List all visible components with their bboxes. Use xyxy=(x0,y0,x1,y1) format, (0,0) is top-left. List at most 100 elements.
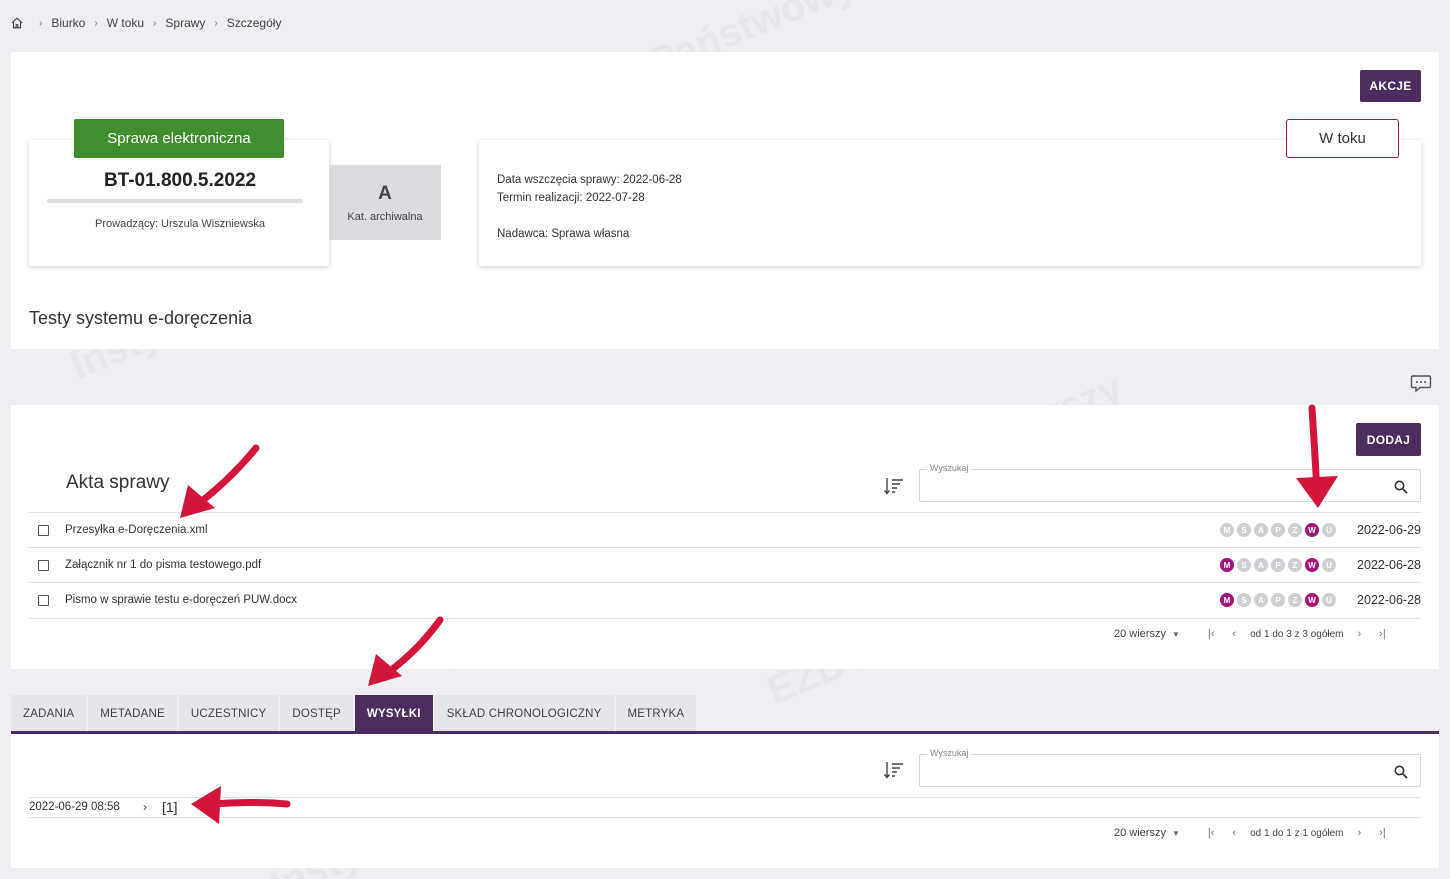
case-type-badge: Sprawa elektroniczna xyxy=(74,119,284,158)
case-sender: Nadawca: Sprawa własna xyxy=(497,228,630,240)
search-icon[interactable] xyxy=(1394,480,1408,494)
status-pill[interactable]: Z xyxy=(1288,558,1302,572)
chevron-right-icon: › xyxy=(153,17,157,29)
files-title: Akta sprawy xyxy=(66,472,170,493)
tab-metadane[interactable]: METADANE xyxy=(88,695,177,732)
comment-icon[interactable] xyxy=(1410,374,1432,394)
status-pills: MSAPZWU xyxy=(1217,523,1336,537)
case-deadline: Termin realizacji: 2022-07-28 xyxy=(497,192,645,204)
status-pill[interactable]: S xyxy=(1237,593,1251,607)
breadcrumb-item-current: Szczegóły xyxy=(226,16,282,30)
dispatch-datetime: 2022-06-29 08:58 xyxy=(29,801,120,813)
status-pill[interactable]: U xyxy=(1322,558,1336,572)
status-pills: MSAPZWU xyxy=(1217,558,1336,572)
first-page-icon[interactable]: |‹ xyxy=(1208,827,1215,839)
case-title: Testy systemu e-doręczenia xyxy=(29,308,253,328)
table-row[interactable]: Pismo w sprawie testu e-doręczeń PUW.doc… xyxy=(29,582,1421,617)
pager-range: od 1 do 3 z 3 ogółem xyxy=(1250,628,1344,640)
caret-down-icon[interactable]: ▼ xyxy=(1172,630,1180,639)
tab-metryka[interactable]: METRYKA xyxy=(615,695,697,732)
breadcrumb-item[interactable]: Biurko xyxy=(51,16,85,30)
case-start-date: Data wszczęcia sprawy: 2022-06-28 xyxy=(497,174,682,186)
first-page-icon[interactable]: |‹ xyxy=(1208,628,1215,640)
sort-icon[interactable] xyxy=(884,477,904,495)
tab-wysyłki[interactable]: WYSYŁKI xyxy=(354,695,433,732)
chevron-right-icon: › xyxy=(39,17,43,29)
status-pill[interactable]: M xyxy=(1220,558,1234,572)
archive-label: Kat. archiwalna xyxy=(347,210,423,223)
file-name[interactable]: Załącznik nr 1 do pisma testowego.pdf xyxy=(65,559,261,571)
chevron-right-icon: › xyxy=(94,17,98,29)
status-pill[interactable]: W xyxy=(1305,523,1319,537)
status-pill[interactable]: U xyxy=(1322,593,1336,607)
files-search-input[interactable]: Wyszukaj xyxy=(919,463,1421,502)
dispatch-search-input[interactable]: Wyszukaj xyxy=(919,748,1421,787)
file-name[interactable]: Przesyłka e-Doręczenia.xml xyxy=(65,524,208,536)
status-pill[interactable]: W xyxy=(1305,558,1319,572)
search-label: Wyszukaj xyxy=(927,748,972,758)
search-label: Wyszukaj xyxy=(927,463,972,473)
archive-category-box: A Kat. archiwalna xyxy=(329,165,441,240)
chevron-right-icon[interactable]: › xyxy=(143,800,147,814)
status-pill[interactable]: S xyxy=(1237,523,1251,537)
status-pill[interactable]: M xyxy=(1220,523,1234,537)
next-page-icon[interactable]: › xyxy=(1358,628,1362,640)
rows-per-page[interactable]: 20 wierszy xyxy=(1114,827,1166,839)
case-number: BT-01.800.5.2022 xyxy=(103,170,257,191)
search-icon[interactable] xyxy=(1394,765,1408,779)
case-lead: Prowadzący: Urszula Wiszniewska xyxy=(95,218,265,230)
status-pill[interactable]: A xyxy=(1254,593,1268,607)
status-button[interactable]: W toku xyxy=(1286,119,1399,158)
row-checkbox[interactable] xyxy=(38,560,49,571)
row-checkbox[interactable] xyxy=(38,525,49,536)
status-pill[interactable]: P xyxy=(1271,593,1285,607)
actions-button[interactable]: AKCJE xyxy=(1360,70,1421,102)
case-number-card xyxy=(29,140,329,266)
dispatch-count: [1] xyxy=(162,799,178,815)
prev-page-icon[interactable]: ‹ xyxy=(1232,628,1236,640)
file-name[interactable]: Pismo w sprawie testu e-doręczeń PUW.doc… xyxy=(65,594,297,606)
status-pill[interactable]: Z xyxy=(1288,523,1302,537)
status-pill[interactable]: S xyxy=(1237,558,1251,572)
file-date: 2022-06-28 xyxy=(1357,593,1421,607)
status-pill[interactable]: U xyxy=(1322,523,1336,537)
tab-dostęp[interactable]: DOSTĘP xyxy=(280,695,353,732)
breadcrumb: › Biurko › W toku › Sprawy › Szczegóły xyxy=(10,14,281,32)
status-pill[interactable]: W xyxy=(1305,593,1319,607)
dispatch-pager: 20 wierszy ▼ |‹ ‹ od 1 do 1 z 1 ogółem ›… xyxy=(1114,827,1400,839)
prev-page-icon[interactable]: ‹ xyxy=(1232,827,1236,839)
next-page-icon[interactable]: › xyxy=(1358,827,1362,839)
file-date: 2022-06-29 xyxy=(1357,523,1421,537)
tab-zadania[interactable]: ZADANIA xyxy=(11,695,87,732)
dispatch-row[interactable]: 2022-06-29 08:58 › [1] xyxy=(29,797,1421,818)
add-button[interactable]: DODAJ xyxy=(1356,423,1421,456)
status-pills: MSAPZWU xyxy=(1217,593,1336,607)
status-pill[interactable]: A xyxy=(1254,523,1268,537)
pager-range: od 1 do 1 z 1 ogółem xyxy=(1250,827,1344,839)
status-pill[interactable]: M xyxy=(1220,593,1234,607)
file-date: 2022-06-28 xyxy=(1357,558,1421,572)
table-row[interactable]: Przesyłka e-Doręczenia.xml M S A P Z W U 2022-06… xyxy=(29,512,1421,547)
last-page-icon[interactable]: ›| xyxy=(1379,827,1386,839)
table-footer-divider xyxy=(29,618,1421,619)
archive-letter: A xyxy=(378,182,392,204)
status-pill[interactable]: Z xyxy=(1288,593,1302,607)
sort-icon[interactable] xyxy=(884,761,904,779)
rows-per-page[interactable]: 20 wierszy xyxy=(1114,628,1166,640)
status-pill[interactable]: P xyxy=(1271,558,1285,572)
row-checkbox[interactable] xyxy=(38,595,49,606)
caret-down-icon[interactable]: ▼ xyxy=(1172,829,1180,838)
tab-bar: ZADANIA METADANE UCZESTNICY DOSTĘP WYSYŁKI SK… xyxy=(11,695,698,732)
breadcrumb-item[interactable]: Sprawy xyxy=(165,16,205,30)
files-pager: 20 wierszy ▼ |‹ ‹ od 1 do 3 z 3 ogółem ›… xyxy=(1114,628,1400,640)
case-progress-bar xyxy=(47,199,303,203)
last-page-icon[interactable]: ›| xyxy=(1379,628,1386,640)
status-pill[interactable]: A xyxy=(1254,558,1268,572)
status-pill[interactable]: P xyxy=(1271,523,1285,537)
home-icon[interactable] xyxy=(10,16,24,30)
tab-skład-chronologiczny[interactable]: SKŁAD CHRONOLOGICZNY xyxy=(434,695,614,732)
chevron-right-icon: › xyxy=(214,17,218,29)
table-row[interactable]: Załącznik nr 1 do pisma testowego.pdf M S A… xyxy=(29,547,1421,582)
breadcrumb-item[interactable]: W toku xyxy=(107,16,144,30)
tab-uczestnicy[interactable]: UCZESTNICY xyxy=(178,695,279,732)
